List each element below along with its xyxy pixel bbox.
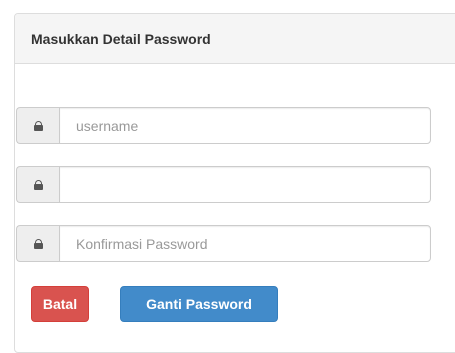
panel-title: Masukkan Detail Password	[31, 30, 211, 47]
lock-icon	[33, 120, 43, 131]
lock-icon	[33, 238, 43, 249]
panel-heading: Masukkan Detail Password	[15, 14, 455, 64]
cancel-button[interactable]: Batal	[31, 286, 89, 322]
username-input-group	[16, 107, 431, 144]
change-password-button[interactable]: Ganti Password	[120, 286, 278, 322]
username-input[interactable]	[59, 107, 431, 144]
password-input[interactable]	[59, 166, 431, 203]
lock-icon	[33, 179, 43, 190]
confirm-password-addon	[16, 225, 59, 262]
confirm-password-input-group	[16, 225, 431, 262]
confirm-password-input[interactable]	[59, 225, 431, 262]
password-addon	[16, 166, 59, 203]
password-input-group	[16, 166, 431, 203]
username-addon	[16, 107, 59, 144]
